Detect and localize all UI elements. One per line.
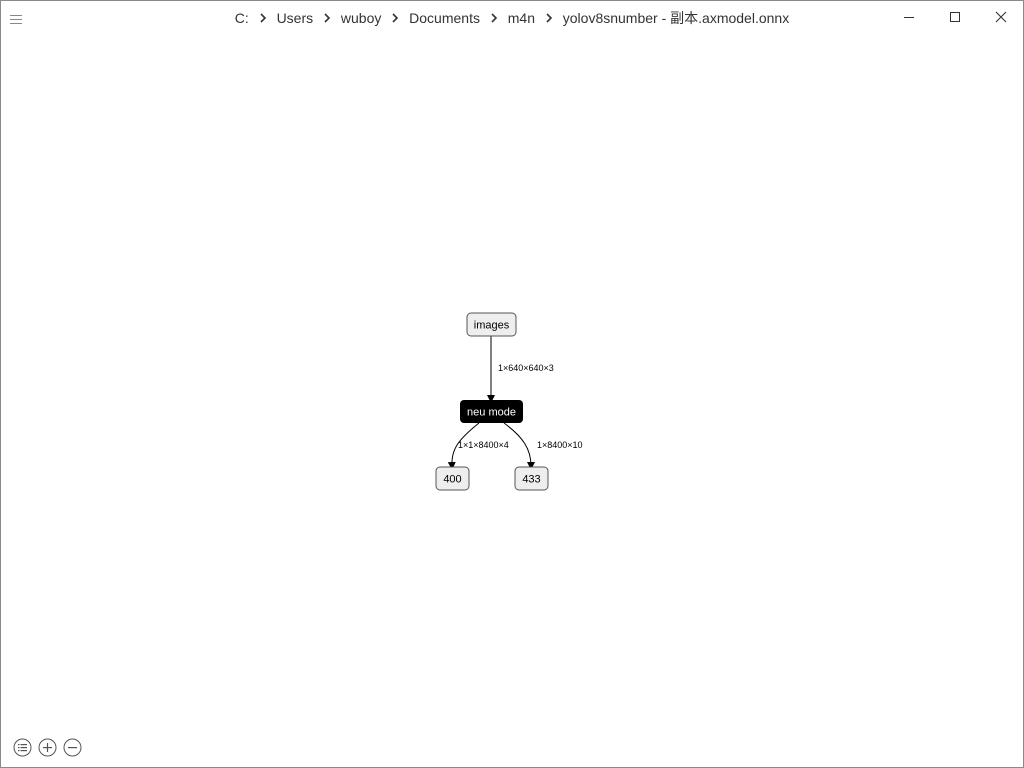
graph-node-images[interactable]: images — [466, 312, 517, 337]
node-label-400: 400 — [443, 474, 461, 486]
edge-label-400: 1×1×8400×4 — [458, 440, 509, 450]
breadcrumb-item-folder[interactable]: m4n — [508, 10, 535, 26]
breadcrumb-item-documents[interactable]: Documents — [409, 10, 480, 26]
minimize-button[interactable] — [891, 5, 927, 29]
zoom-in-icon[interactable] — [38, 738, 57, 757]
chevron-right-icon — [392, 13, 399, 23]
app-window: 1×640×640×3 1×1×8400×4 1×8400×10 images … — [0, 0, 1024, 768]
maximize-button[interactable] — [937, 5, 973, 29]
breadcrumb-item-users[interactable]: Users — [277, 10, 314, 26]
node-label-433: 433 — [522, 474, 540, 486]
edge-label-images: 1×640×640×3 — [498, 363, 554, 373]
minimize-icon — [904, 17, 914, 18]
chevron-right-icon — [324, 13, 331, 23]
close-button[interactable] — [983, 5, 1019, 29]
breadcrumb-item-file[interactable]: yolov8snumber - 副本.axmodel.onnx — [563, 8, 789, 28]
breadcrumb-item-drive[interactable]: C: — [235, 10, 249, 26]
zoom-toolbar — [13, 738, 82, 758]
node-label-images: images — [474, 320, 510, 332]
list-icon[interactable] — [13, 738, 32, 757]
maximize-icon — [950, 12, 960, 22]
model-graph-canvas[interactable]: 1×640×640×3 1×1×8400×4 1×8400×10 images … — [1, 1, 1023, 767]
chevron-right-icon — [491, 13, 497, 23]
edge-label-433: 1×8400×10 — [537, 440, 583, 450]
graph-node-neu-mode[interactable]: neu mode — [460, 400, 523, 423]
zoom-out-icon[interactable] — [63, 738, 82, 757]
node-label-neu-mode: neu mode — [467, 407, 516, 419]
breadcrumb: C: Users wuboy Documents m4n yolov8snumb… — [1, 8, 1023, 28]
chevron-right-icon — [546, 13, 553, 23]
close-icon — [995, 11, 1007, 23]
chevron-right-icon — [260, 13, 266, 23]
title-bar: C: Users wuboy Documents m4n yolov8snumb… — [1, 1, 1023, 33]
graph-node-400[interactable]: 400 — [435, 466, 470, 491]
breadcrumb-item-user[interactable]: wuboy — [341, 10, 381, 26]
graph-node-433[interactable]: 433 — [514, 466, 549, 491]
